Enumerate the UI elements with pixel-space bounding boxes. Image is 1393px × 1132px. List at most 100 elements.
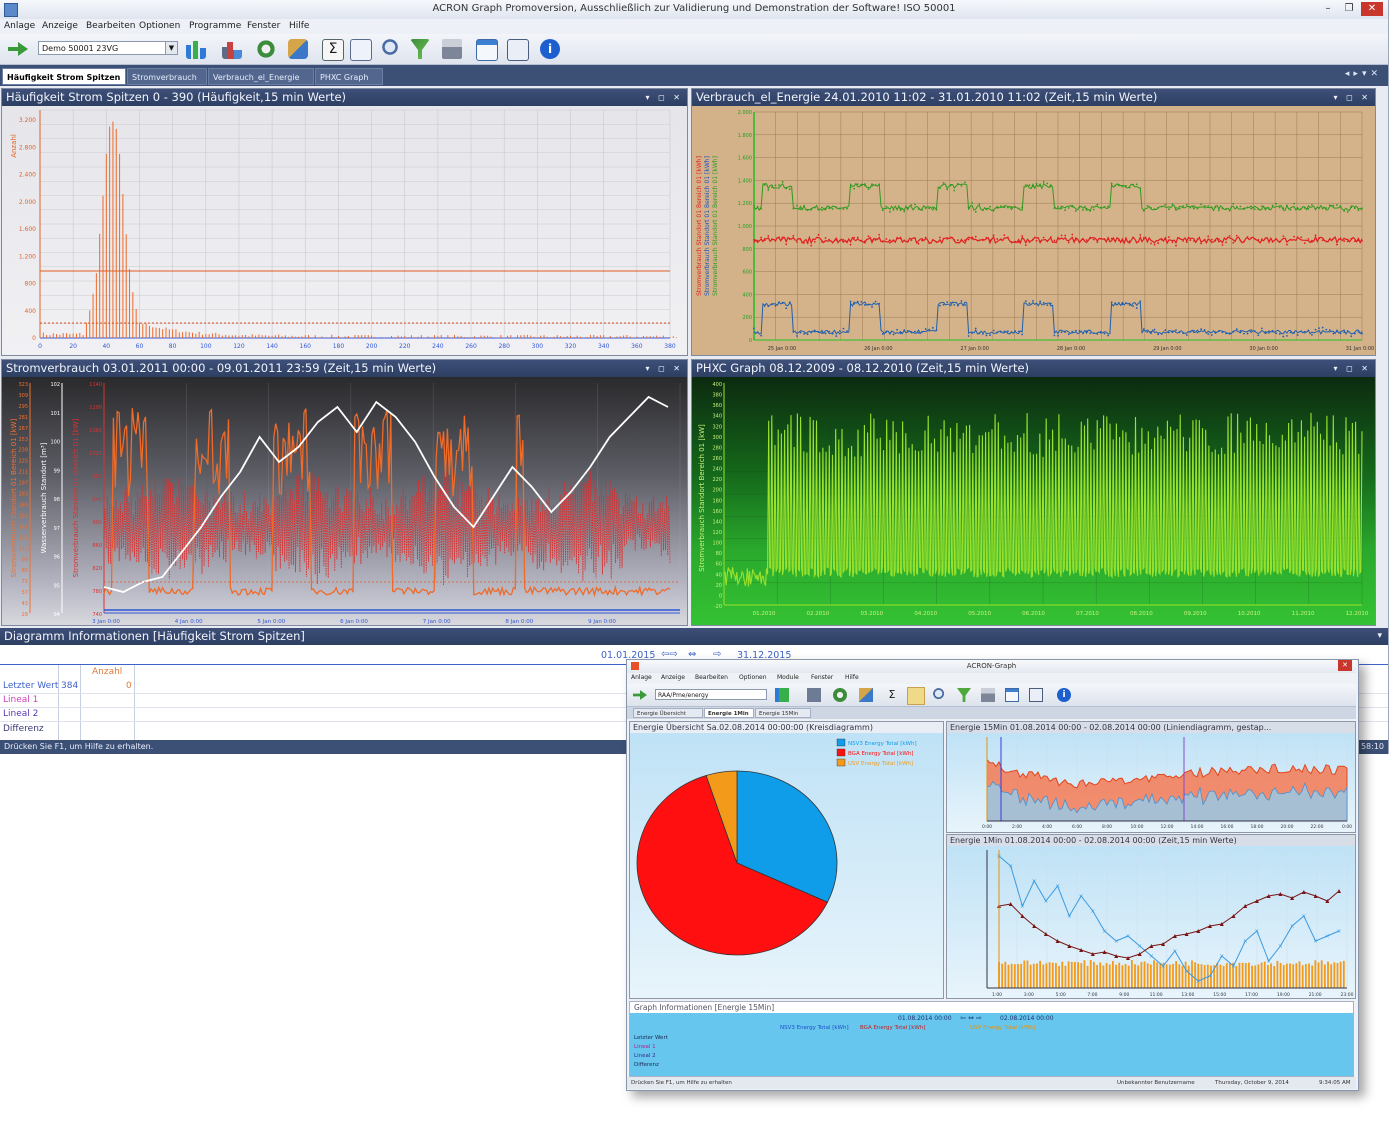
y-tick-label: 780: [92, 589, 102, 595]
tab-energie-uebersicht[interactable]: Energie Übersicht: [633, 708, 703, 718]
data-point: [1346, 210, 1349, 213]
zoom-icon[interactable]: [933, 688, 947, 702]
tab-verbrauch-energie[interactable]: Verbrauch_el_Energie: [208, 68, 314, 85]
chart-icon[interactable]: [222, 42, 242, 59]
zoom-icon[interactable]: [382, 39, 402, 59]
panel-controls[interactable]: ▾ ◻ ✕: [1334, 360, 1371, 377]
exit-icon[interactable]: [8, 42, 28, 56]
freq-panel: Häufigkeit Strom Spitzen 0 - 390 (Häufig…: [1, 88, 688, 356]
data-point: [1189, 239, 1192, 242]
data-point: [1353, 332, 1356, 335]
data-point: [928, 207, 931, 210]
menu-hilfe[interactable]: Hilfe: [845, 674, 859, 681]
refresh-icon[interactable]: [833, 688, 847, 702]
data-point: [1239, 329, 1242, 332]
sync-icon[interactable]: ⇦ ⇔ ⇨: [960, 1014, 982, 1022]
panel-controls[interactable]: ▾ ◻ ✕: [646, 360, 683, 377]
data-point: [971, 332, 974, 334]
chevron-down-icon[interactable]: ▼: [165, 42, 177, 54]
data-point: [1103, 238, 1106, 241]
data-point: [1289, 238, 1292, 241]
x-tick-label: 29 Jan 0:00: [1153, 346, 1181, 352]
print-icon[interactable]: [981, 688, 995, 702]
settings-icon[interactable]: [1029, 688, 1043, 702]
date-from[interactable]: 01.08.2014 00:00: [898, 1015, 952, 1022]
chart-add-icon[interactable]: [775, 688, 789, 702]
tab-haeufigkeit[interactable]: Häufigkeit Strom Spitzen: [2, 68, 126, 85]
collapse-icon[interactable]: ▾: [1377, 628, 1382, 645]
sum-icon[interactable]: Σ: [885, 688, 899, 702]
sum-icon[interactable]: Σ: [322, 39, 344, 61]
panel-controls[interactable]: ▾ ◻ ✕: [1334, 89, 1371, 106]
minimize-button[interactable]: –: [1317, 2, 1339, 16]
data-point: [946, 301, 949, 303]
export-icon[interactable]: [859, 688, 873, 702]
menu-optionen[interactable]: Optionen: [739, 674, 767, 681]
menu-bearbeiten[interactable]: Bearbeiten: [86, 21, 135, 31]
data-point: [1078, 330, 1081, 332]
data-point: [1253, 330, 1256, 332]
panel-controls[interactable]: ▾ ◻ ✕: [646, 89, 683, 106]
settings-icon[interactable]: [507, 39, 529, 61]
data-point: [1153, 208, 1156, 211]
filter-icon[interactable]: [957, 688, 971, 702]
data-point: [1228, 235, 1231, 237]
tab-stromverbrauch[interactable]: Stromverbrauch: [127, 68, 207, 85]
menu-programme[interactable]: Programme: [189, 21, 241, 31]
chart-add-icon[interactable]: [186, 41, 206, 59]
restore-button[interactable]: ❐: [1338, 2, 1360, 16]
data-point: [1203, 238, 1206, 241]
data-point: [838, 330, 841, 332]
project-combo[interactable]: Demo 50001 23VG ▼: [38, 41, 178, 55]
report-icon[interactable]: [907, 687, 925, 705]
tab-energie-15min[interactable]: Energie 15Min: [755, 708, 811, 718]
info-icon[interactable]: i: [540, 39, 560, 59]
export-icon[interactable]: [288, 39, 308, 59]
report-icon[interactable]: [350, 39, 372, 61]
data-point: [1346, 240, 1349, 243]
menu-anzeige[interactable]: Anzeige: [42, 21, 78, 31]
data-point: [1178, 237, 1181, 240]
menu-anlage[interactable]: Anlage: [4, 21, 35, 31]
secondary-status-bar: Drücken Sie F1, um Hilfe zu erhalten Unb…: [627, 1077, 1356, 1089]
close-button[interactable]: ✕: [1338, 660, 1352, 671]
data-point: [899, 332, 902, 335]
menu-anzeige[interactable]: Anzeige: [661, 674, 685, 681]
print-icon[interactable]: [442, 39, 462, 59]
data-point: [1221, 331, 1224, 334]
menu-anlage[interactable]: Anlage: [631, 674, 652, 681]
menu-module[interactable]: Module: [777, 674, 799, 681]
data-point: [1228, 333, 1231, 335]
data-point: [1167, 331, 1170, 334]
project-combo[interactable]: RAA/Pme/energy: [655, 689, 767, 700]
exit-icon[interactable]: [633, 690, 647, 700]
data-point: [831, 208, 834, 210]
data-point: [810, 331, 813, 333]
window-icon[interactable]: [476, 39, 498, 61]
tab-controls[interactable]: ◂▸▾✕: [1345, 69, 1382, 79]
data-point: [1092, 208, 1095, 211]
x-tick-label: 25 Jan 0:00: [768, 346, 796, 352]
data-point: [1246, 206, 1249, 209]
refresh-icon[interactable]: [256, 39, 276, 59]
data-point: [1332, 332, 1335, 335]
tab-energie-1min[interactable]: Energie 1Min: [704, 708, 754, 718]
menu-bearbeiten[interactable]: Bearbeiten: [695, 674, 728, 681]
filter-icon[interactable]: [410, 39, 430, 59]
data-point: [760, 236, 763, 239]
date-to[interactable]: 02.08.2014 00:00: [1000, 1015, 1054, 1022]
menu-hilfe[interactable]: Hilfe: [289, 21, 309, 31]
tab-phxc[interactable]: PHXC Graph: [315, 68, 383, 85]
menu-optionen[interactable]: Optionen: [139, 21, 180, 31]
secondary-info: Graph Informationen [Energie 15Min] 01.0…: [629, 1001, 1354, 1077]
menu-fenster[interactable]: Fenster: [247, 21, 280, 31]
info-icon[interactable]: i: [1057, 688, 1071, 702]
chart-icon[interactable]: [807, 688, 821, 702]
y-tick-label: 2.400: [19, 172, 36, 179]
y-tick-label: 95: [54, 583, 60, 589]
window-icon[interactable]: [1005, 688, 1019, 702]
data-point: [785, 187, 788, 190]
close-button[interactable]: ✕: [1361, 2, 1383, 16]
data-point: [788, 301, 791, 304]
menu-fenster[interactable]: Fenster: [811, 674, 833, 681]
